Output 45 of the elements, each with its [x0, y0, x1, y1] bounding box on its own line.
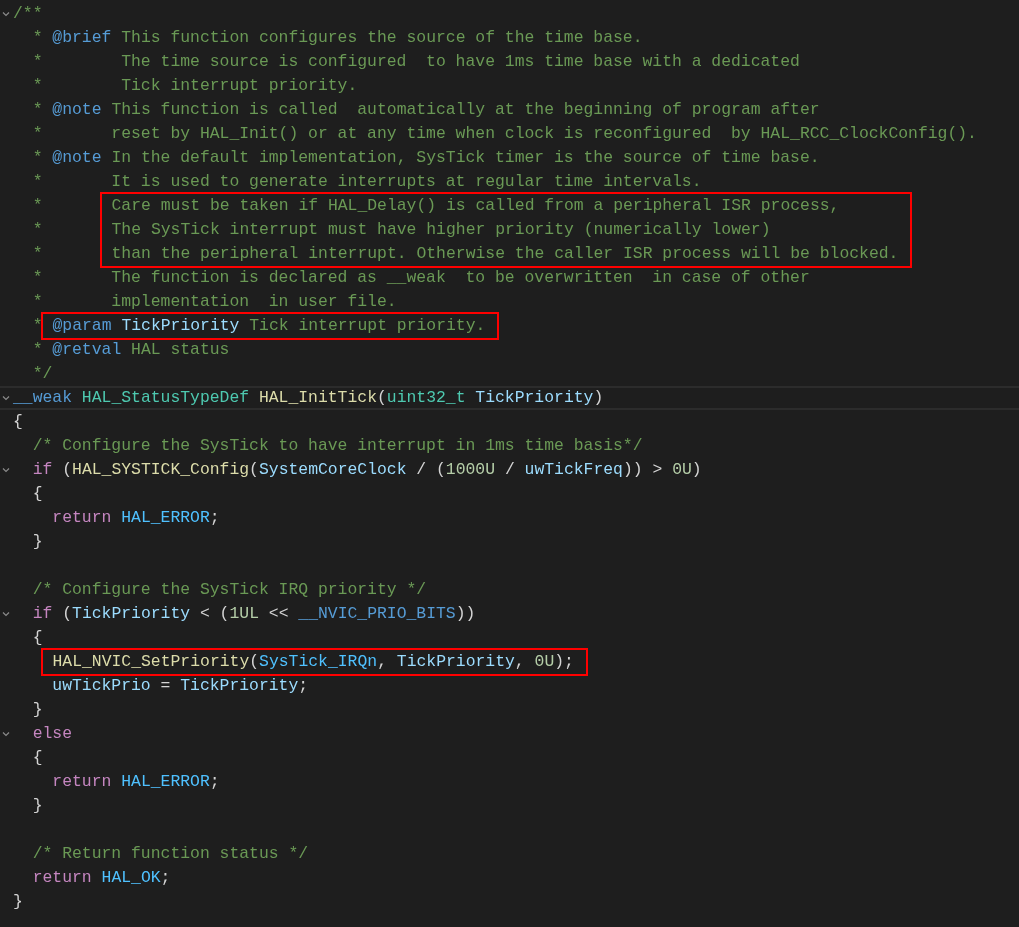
code-line: else: [31, 723, 73, 745]
code-line: * The time source is configured to have 1ms time base with a dedicated: [31, 51, 800, 73]
code-line: * @note This function is called automatically at the beginning of program after: [31, 99, 820, 121]
chevron-down-icon[interactable]: [2, 611, 10, 617]
code-line: /* Return function status */: [31, 843, 309, 865]
code-line: */: [31, 363, 53, 385]
code-line: return HAL_ERROR;: [51, 507, 220, 529]
code-line: HAL_NVIC_SetPriority(SysTick_IRQn, TickPriority, 0U);: [52, 651, 574, 673]
code-line: Care must be taken if HAL_Delay() is called from a peripheral ISR process,: [111, 195, 840, 217]
line-prefix: *: [31, 315, 43, 337]
code-line: {: [31, 747, 43, 769]
chevron-down-icon[interactable]: [2, 11, 10, 17]
code-line: * @retval HAL status: [31, 339, 230, 361]
code-line: if (TickPriority < (1UL << __NVIC_PRIO_BITS)): [31, 603, 476, 625]
code-line: return HAL_OK;: [31, 867, 171, 889]
code-line: uwTickPrio = TickPriority;: [51, 675, 309, 697]
code-line: * reset by HAL_Init() or at any time when clock is reconfigured by HAL_RCC_ClockConfig().: [31, 123, 977, 145]
code-line: /* Configure the SysTick to have interrupt in 1ms time basis*/: [31, 435, 643, 457]
code-line: * The function is declared as __weak to be overwritten in case of other: [31, 267, 810, 289]
chevron-down-icon[interactable]: [2, 731, 10, 737]
code-line: than the peripheral interrupt. Otherwise the caller ISR process will be blocked.: [111, 243, 899, 265]
code-line: The SysTick interrupt must have higher priority (numerically lower): [111, 219, 771, 241]
code-line: * implementation in user file.: [31, 291, 397, 313]
code-line: }: [31, 531, 43, 553]
line-prefix: *: [31, 195, 44, 217]
code-line: * @brief This function configures the source of the time base.: [31, 27, 643, 49]
chevron-down-icon[interactable]: [2, 395, 10, 401]
code-line: * Tick interrupt priority.: [31, 75, 358, 97]
code-line: }: [13, 891, 23, 913]
code-line: {: [13, 411, 23, 433]
line-prefix: *: [31, 243, 44, 265]
line-prefix: *: [31, 219, 44, 241]
code-line: * It is used to generate interrupts at regular time intervals.: [31, 171, 702, 193]
chevron-down-icon[interactable]: [2, 467, 10, 473]
code-line: /**: [13, 3, 43, 25]
code-line: {: [31, 627, 43, 649]
code-line: if (HAL_SYSTICK_Config(SystemCoreClock / (1000U / uwTickFreq)) > 0U): [31, 459, 702, 481]
code-line: * @note In the default implementation, SysTick timer is the source of time base.: [31, 147, 820, 169]
code-line: }: [31, 699, 43, 721]
code-line: {: [31, 483, 43, 505]
code-line: }: [31, 795, 43, 817]
code-line: return HAL_ERROR;: [51, 771, 220, 793]
code-line: __weak HAL_StatusTypeDef HAL_InitTick(uint32_t TickPriority): [13, 387, 604, 409]
code-line: /* Configure the SysTick IRQ priority */: [31, 579, 427, 601]
code-line: @param TickPriority Tick interrupt priority.: [52, 315, 486, 337]
